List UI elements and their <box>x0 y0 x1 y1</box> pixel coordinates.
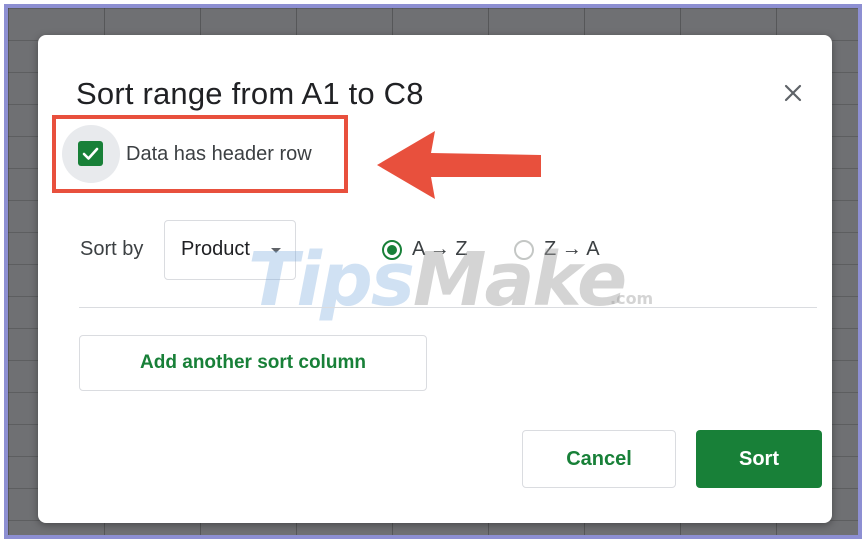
sort-column-dropdown[interactable]: Product <box>164 220 296 280</box>
sort-range-dialog: Sort range from A1 to C8 Data has header… <box>38 35 832 523</box>
sort-column-value: Product <box>181 238 250 260</box>
close-icon[interactable] <box>782 82 804 104</box>
radio-unselected-icon <box>514 240 534 260</box>
annotation-arrow-icon <box>377 131 541 199</box>
cancel-button[interactable]: Cancel <box>522 430 676 488</box>
radio-dot <box>387 245 397 255</box>
dropdown-caret-icon <box>271 248 281 253</box>
add-sort-column-button[interactable]: Add another sort column <box>79 335 427 391</box>
watermark-suffix: .com <box>610 289 654 308</box>
sort-button[interactable]: Sort <box>696 430 822 488</box>
screenshot-frame: Sort range from A1 to C8 Data has header… <box>4 4 862 539</box>
radio-a-to-z-label: A → Z <box>412 238 468 260</box>
annotation-highlight-box <box>52 115 348 193</box>
sort-by-label: Sort by <box>80 238 144 260</box>
radio-z-to-a-label: Z → A <box>544 238 600 260</box>
dialog-title: Sort range from A1 to C8 <box>76 76 424 111</box>
divider <box>79 307 817 308</box>
